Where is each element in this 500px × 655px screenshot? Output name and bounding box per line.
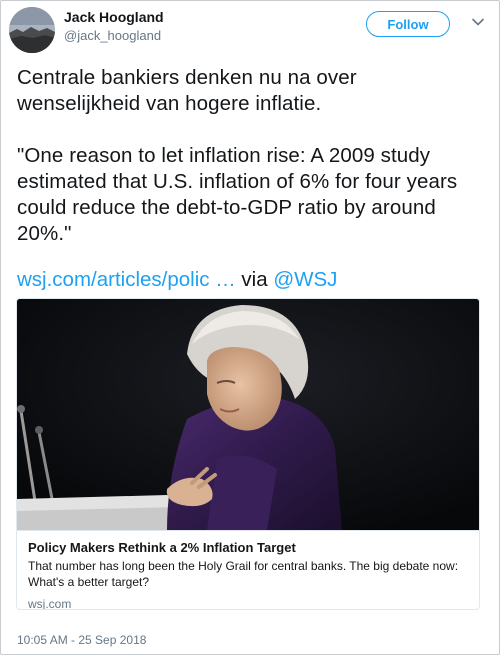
tweet-card: Jack Hoogland @jack_hoogland Follow Cent… bbox=[0, 0, 500, 655]
user-name[interactable]: Jack Hoogland bbox=[64, 9, 164, 25]
timestamp[interactable]: 10:05 AM - 25 Sep 2018 bbox=[17, 633, 146, 647]
card-domain: wsj.com bbox=[28, 597, 72, 610]
avatar[interactable] bbox=[9, 7, 55, 53]
article-link[interactable]: wsj.com/articles/polic bbox=[17, 268, 210, 291]
card-title[interactable]: Policy Makers Rethink a 2% Inflation Tar… bbox=[28, 539, 468, 556]
link-ellipsis[interactable]: … bbox=[210, 268, 236, 291]
tweet-text: Centrale bankiers denken nu na over wens… bbox=[17, 66, 458, 245]
card-description: That number has long been the Holy Grail… bbox=[28, 559, 459, 589]
card-image[interactable] bbox=[17, 299, 479, 530]
chevron-down-icon[interactable] bbox=[471, 15, 485, 29]
follow-button[interactable]: Follow bbox=[366, 11, 450, 37]
user-handle[interactable]: @jack_hoogland bbox=[64, 28, 161, 43]
card-body[interactable]: Policy Makers Rethink a 2% Inflation Tar… bbox=[17, 530, 479, 610]
link-preview-card[interactable]: Policy Makers Rethink a 2% Inflation Tar… bbox=[16, 298, 480, 610]
mention-link[interactable]: @WSJ bbox=[273, 268, 337, 291]
via-text: via bbox=[235, 268, 274, 291]
tweet-links: wsj.com/articles/polic … via @WSJ bbox=[17, 267, 337, 293]
